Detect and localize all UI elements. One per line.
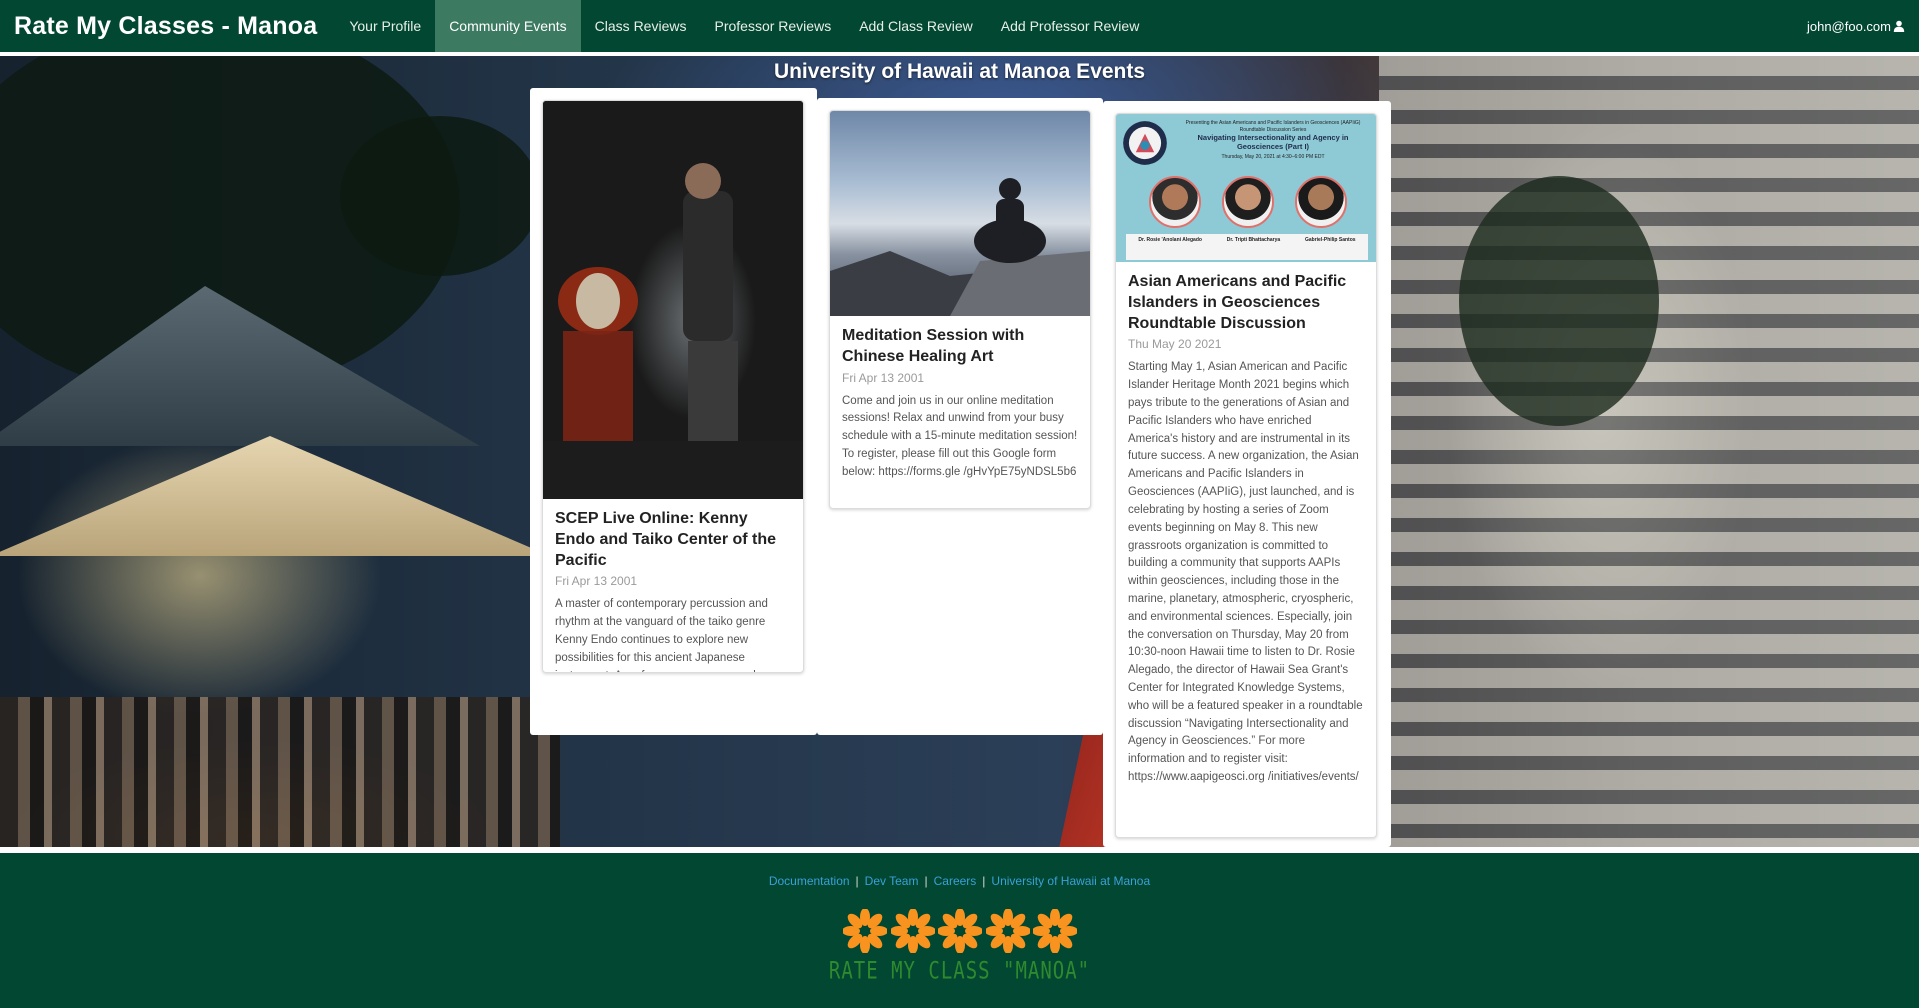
flyer-intro: Presenting the Asian Americans and Pacif… [1185, 120, 1361, 133]
footer-link-careers[interactable]: Careers [934, 874, 977, 888]
footer: Documentation | Dev Team | Careers | Universit… [0, 853, 1919, 1008]
event-card[interactable]: Meditation Session with Chinese Healing … [829, 110, 1091, 509]
page-title: University of Hawaii at Manoa Events [773, 60, 1146, 83]
user-menu[interactable]: john@foo.com [1807, 0, 1905, 52]
nav-your-profile[interactable]: Your Profile [335, 0, 435, 52]
speaker-name: Dr. Tripti Bhattacharya [1226, 237, 1281, 243]
footer-link-documentation[interactable]: Documentation [769, 874, 850, 888]
event-date: Thu May 20 2021 [1128, 337, 1222, 352]
footer-links: Documentation | Dev Team | Careers | Universit… [768, 874, 1151, 888]
flower-icon [843, 909, 887, 953]
flower-icon [938, 909, 982, 953]
footer-logo-text: RATE MY CLASS "MANOA" [828, 957, 1091, 985]
footer-logo [843, 909, 1077, 961]
user-email: john@foo.com [1806, 18, 1891, 34]
event-image [543, 101, 803, 499]
flower-icon [985, 909, 1030, 953]
nav-professor-reviews[interactable]: Professor Reviews [700, 0, 845, 52]
footer-link-uh-manoa[interactable]: University of Hawaii at Manoa [991, 874, 1150, 888]
speaker-name: Dr. Rosie 'Anolani Alegado [1138, 237, 1202, 243]
event-column-1: SCEP Live Online: Kenny Endo and Taiko C… [530, 88, 817, 735]
footer-link-dev-team[interactable]: Dev Team [865, 874, 919, 888]
speaker-photo [1221, 176, 1274, 228]
nav-class-reviews[interactable]: Class Reviews [581, 0, 701, 52]
nav-community-events[interactable]: Community Events [435, 0, 581, 52]
event-card[interactable]: Presenting the Asian Americans and Pacif… [1115, 113, 1377, 838]
event-description: Starting May 1, Asian American and Pacif… [1128, 361, 1363, 784]
event-image [830, 111, 1090, 316]
event-title[interactable]: Meditation Session with Chinese Healing … [842, 326, 1078, 368]
event-image: Presenting the Asian Americans and Pacif… [1116, 114, 1376, 262]
aapiig-logo-icon [1123, 121, 1167, 165]
event-card[interactable]: SCEP Live Online: Kenny Endo and Taiko C… [542, 100, 804, 673]
event-column-2: Meditation Session with Chinese Healing … [817, 98, 1103, 735]
navbar: Rate My Classes - Manoa Your Profile Com… [0, 0, 1919, 52]
flower-icon [1033, 909, 1077, 953]
nav-add-class-review[interactable]: Add Class Review [845, 0, 987, 52]
flyer-title: Navigating Intersectionality and Agency … [1197, 133, 1349, 151]
flower-icon [890, 909, 935, 953]
nav-links: Your Profile Community Events Class Revi… [335, 0, 1153, 52]
event-description: Come and join us in our online meditatio… [842, 394, 1078, 478]
nav-add-professor-review[interactable]: Add Professor Review [987, 0, 1154, 52]
event-date: Fri Apr 13 2001 [842, 370, 925, 385]
event-title[interactable]: Asian Americans and Pacific Islanders in… [1128, 272, 1364, 334]
user-icon [1893, 20, 1905, 32]
flyer-date: Thursday, May 20, 2021 at 4:30–6:00 PM E… [1221, 154, 1325, 160]
event-title[interactable]: SCEP Live Online: Kenny Endo and Taiko C… [555, 509, 791, 571]
event-column-3: Presenting the Asian Americans and Pacif… [1103, 101, 1391, 847]
hero-background: University of Hawaii at Manoa Events SCE… [0, 56, 1919, 847]
event-description: A master of contemporary percussion and … [555, 598, 768, 672]
event-date: Fri Apr 13 2001 [555, 574, 638, 589]
brand-title[interactable]: Rate My Classes - Manoa [0, 12, 331, 41]
speaker-name: Gabriel-Philip Santos [1304, 237, 1356, 243]
speaker-photo [1295, 176, 1348, 228]
speaker-photo [1148, 176, 1201, 228]
